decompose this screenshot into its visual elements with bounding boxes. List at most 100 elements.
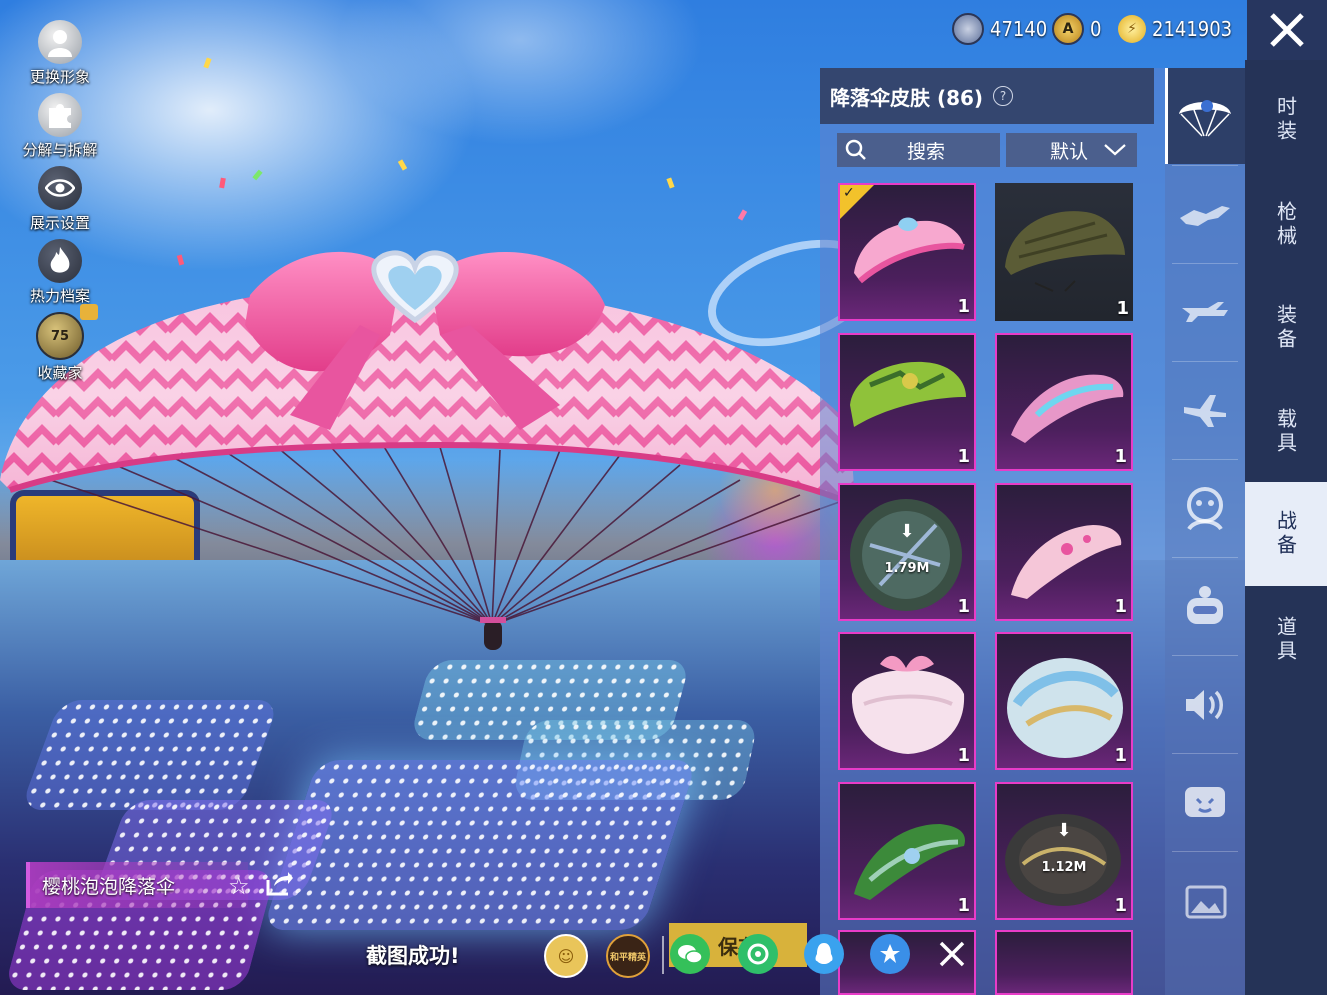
category-sticker[interactable] [1165,755,1245,851]
collector-label: 收藏家 [37,364,83,382]
decompose-button[interactable]: 分解与拆解 [10,93,110,160]
item-name: 樱桃泡泡降落伞 [42,875,176,898]
item-quantity: 1 [1114,895,1127,916]
share-peace-app-button[interactable]: ☺ [544,934,588,978]
separator [1172,851,1238,852]
sort-dropdown[interactable]: 默认 [1006,133,1137,167]
change-appearance-button[interactable]: 更换形象 [10,20,110,87]
category-sound[interactable] [1165,657,1245,753]
sort-label: 默认 [1050,140,1089,163]
share-wechat-button[interactable] [670,934,710,974]
item-quantity: 1 [957,745,970,766]
tab-equipment[interactable]: 装备 [1245,268,1327,388]
category-companion[interactable] [1165,559,1245,655]
plane-trail-icon [1182,302,1228,322]
currency-silver: 47140 [952,12,1047,46]
heat-profile-button[interactable]: 热力档案 [10,239,110,306]
share-qzone-button[interactable] [870,934,910,974]
item-card[interactable]: 1 [995,183,1133,321]
close-button[interactable] [1247,0,1327,60]
category-plane-trail[interactable] [1165,265,1245,361]
separator [1172,165,1238,166]
decompose-label: 分解与拆解 [22,141,98,159]
uc-coin-icon: ⚡ [1118,15,1146,43]
item-card[interactable]: 1 [995,333,1133,471]
floor-tile [262,760,698,930]
separator [1172,459,1238,460]
avatar-icon [38,20,82,64]
category-parachute[interactable] [1165,68,1245,164]
separator [1172,557,1238,558]
silver-coin-icon [952,13,984,45]
companion-icon [1187,586,1223,624]
parachute-thumbnail [1005,814,1121,906]
change-appearance-label: 更换形象 [29,68,90,86]
separator [1172,753,1238,754]
separator [1172,263,1238,264]
share-peace-elite-button[interactable]: 和平精英 [606,934,650,978]
download-icon[interactable]: ⬇ [840,521,974,542]
item-quantity: 1 [1114,596,1127,617]
separator [1172,361,1238,362]
close-share-button[interactable] [932,934,972,974]
item-name-banner: 樱桃泡泡降落伞 [26,862,248,908]
item-card[interactable]: 1 [838,782,976,920]
category-gallery[interactable] [1165,853,1245,949]
tab-vehicles[interactable]: 载具 [1245,372,1327,492]
item-card[interactable]: 1 [838,632,976,770]
category-airplane[interactable] [1165,363,1245,459]
currency-value: 2141903 [1152,17,1233,41]
qq-icon [815,943,833,964]
chevron-down-icon [1104,144,1126,156]
display-settings-button[interactable]: 展示设置 [10,166,110,233]
item-card[interactable]: ✓ 1 [838,183,976,321]
collector-button[interactable]: 75 收藏家 [10,304,110,383]
parachute-preview [0,250,857,650]
close-icon [1270,13,1304,47]
search-icon [845,139,866,160]
parachute-thumbnail [1011,525,1122,599]
parachute-thumbnail [850,499,962,611]
moments-icon [747,943,769,965]
collector-badge-icon: 75 [36,312,84,360]
parachute-icon [1179,100,1231,137]
close-icon [939,941,965,967]
download-icon[interactable]: ⬇ [997,820,1131,841]
download-size: 1.79M [884,561,930,576]
item-quantity: 1 [957,296,970,317]
item-card[interactable]: 1 [838,333,976,471]
item-card[interactable] [995,930,1133,995]
share-moments-button[interactable] [738,934,778,974]
currency-uc: ⚡ 2141903 [1118,12,1232,46]
item-card[interactable]: ⬇ 1.79M 1 [838,483,976,621]
search-box[interactable]: 搜索 [837,133,1000,167]
collector-level: 75 [50,328,70,344]
tab-fashion[interactable]: 时装 [1245,60,1327,180]
gift-icon [80,304,98,320]
category-emote[interactable] [1165,461,1245,557]
ag-coin-icon: A [1052,13,1084,45]
item-quantity: 1 [957,895,970,916]
qzone-icon [880,944,900,963]
favorite-star-icon[interactable]: ☆ [228,872,250,900]
tab-combat-gear[interactable]: 战备 [1245,482,1327,586]
heat-profile-label: 热力档案 [29,287,90,305]
share-qq-button[interactable] [804,934,844,974]
share-icon[interactable] [264,870,294,896]
separator [1172,655,1238,656]
puzzle-icon [38,93,82,137]
eye-icon [38,166,82,210]
parachute-thumbnail [854,824,965,900]
screenshot-status: 截图成功! [366,944,460,968]
help-icon[interactable]: ? [993,86,1014,106]
flame-icon [38,239,82,283]
item-card[interactable]: 1 [995,632,1133,770]
tab-props[interactable]: 道具 [1245,580,1327,700]
item-quantity: 1 [957,596,970,617]
search-label: 搜索 [907,140,946,163]
item-card[interactable]: ⬇ 1.12M 1 [995,782,1133,920]
item-card[interactable]: 1 [995,483,1133,621]
tab-weapons[interactable]: 枪械 [1245,165,1327,285]
peace-elite-icon: 和平精英 [609,952,646,963]
category-skydive[interactable] [1165,167,1245,263]
